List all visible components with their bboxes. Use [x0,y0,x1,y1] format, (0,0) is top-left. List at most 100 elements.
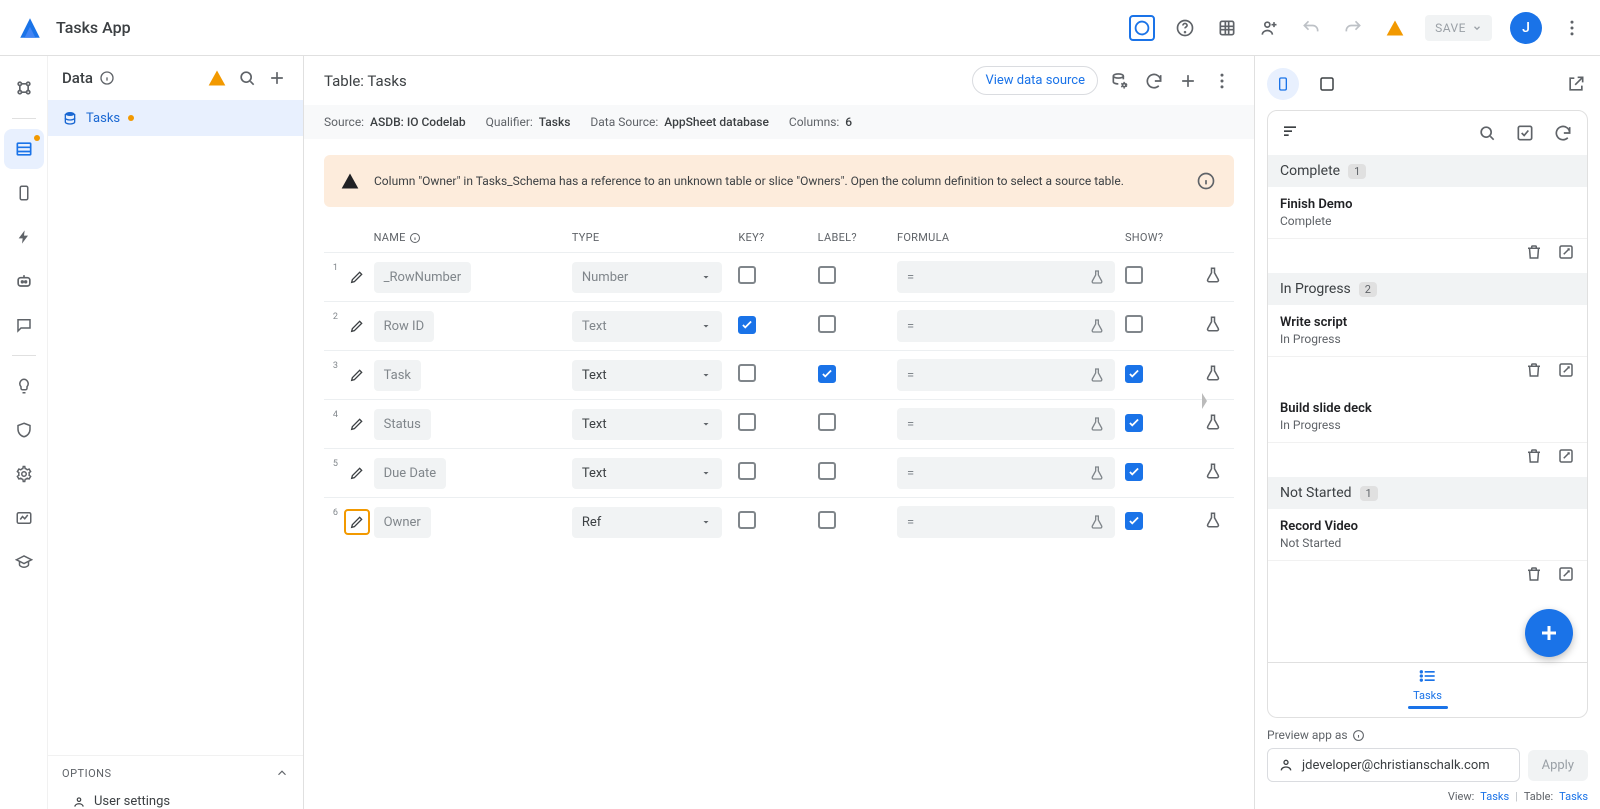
group-header[interactable]: In Progress2 [1268,273,1587,305]
data-settings-icon[interactable] [1108,69,1132,93]
fab-add-button[interactable] [1525,609,1573,657]
grid-icon[interactable] [1215,16,1239,40]
group-header[interactable]: Complete1 [1268,155,1587,187]
formula-input[interactable]: = [897,408,1115,440]
list-item[interactable]: Finish DemoComplete [1268,187,1587,273]
list-item[interactable]: Write scriptIn Progress [1268,305,1587,391]
list-item[interactable]: Record VideoNot Started [1268,509,1587,595]
list-item[interactable]: Build slide deckIn Progress [1268,391,1587,477]
column-type-select[interactable]: Number [572,262,722,293]
rail-actions-icon[interactable] [4,217,44,257]
device-phone-icon[interactable] [1267,68,1299,100]
edit-column-button[interactable] [344,313,370,339]
open-new-icon[interactable] [1564,72,1588,96]
checkbox[interactable] [738,316,756,334]
column-type-select[interactable]: Ref [572,507,722,538]
list-icon[interactable] [1418,669,1438,687]
data-table-item-tasks[interactable]: Tasks [48,100,303,136]
delete-icon[interactable] [1525,447,1543,469]
more-vert-icon[interactable] [1210,69,1234,93]
checkbox[interactable] [818,266,836,284]
flask-icon[interactable] [1204,462,1234,484]
options-toggle[interactable]: OPTIONS [48,755,303,790]
edit-column-button[interactable] [344,460,370,486]
formula-input[interactable]: = [897,359,1115,391]
refresh-icon[interactable] [1142,69,1166,93]
edit-icon[interactable] [1557,243,1575,265]
redo-icon[interactable] [1341,16,1365,40]
checkbox[interactable] [738,266,756,284]
flask-icon[interactable] [1204,413,1234,435]
column-name-input[interactable]: _RowNumber [374,262,472,293]
edit-column-button[interactable] [344,411,370,437]
search-icon[interactable] [235,66,259,90]
column-name-input[interactable]: Owner [374,507,431,538]
checkbox[interactable] [1125,414,1143,432]
more-vert-icon[interactable] [1560,16,1584,40]
save-button[interactable]: SAVE [1425,15,1492,41]
undo-icon[interactable] [1299,16,1323,40]
avatar[interactable]: J [1510,12,1542,44]
device-tablet-icon[interactable] [1311,68,1343,100]
rail-security-icon[interactable] [4,410,44,450]
delete-icon[interactable] [1525,361,1543,383]
edit-column-button[interactable] [344,362,370,388]
column-name-input[interactable]: Due Date [374,458,447,489]
column-name-input[interactable]: Status [374,409,431,440]
checkbox[interactable] [1125,365,1143,383]
table-link[interactable]: Tasks [1559,790,1588,803]
help-icon[interactable] [1173,16,1197,40]
edit-icon[interactable] [1557,565,1575,587]
checkbox[interactable] [738,462,756,480]
column-name-input[interactable]: Row ID [374,311,435,342]
sort-icon[interactable] [1280,123,1300,143]
formula-input[interactable]: = [897,457,1115,489]
checkbox[interactable] [1125,463,1143,481]
search-icon[interactable] [1475,121,1499,145]
checkbox[interactable] [818,413,836,431]
edit-icon[interactable] [1557,361,1575,383]
deploy-check-icon[interactable] [1129,15,1155,41]
edit-column-button[interactable] [344,264,370,290]
column-type-select[interactable]: Text [572,311,722,342]
add-icon[interactable] [265,66,289,90]
delete-icon[interactable] [1525,243,1543,265]
checkbox[interactable] [818,462,836,480]
checkbox[interactable] [818,315,836,333]
add-column-icon[interactable] [1176,69,1200,93]
formula-input[interactable]: = [897,310,1115,342]
rail-monitor-icon[interactable] [4,498,44,538]
select-icon[interactable] [1513,121,1537,145]
delete-icon[interactable] [1525,565,1543,587]
checkbox[interactable] [1125,266,1143,284]
rail-views-icon[interactable] [4,173,44,213]
info-icon[interactable] [99,70,115,86]
rail-data-icon[interactable] [4,129,44,169]
warning-icon[interactable] [1383,16,1407,40]
group-header[interactable]: Not Started1 [1268,477,1587,509]
rail-settings-icon[interactable] [4,454,44,494]
formula-input[interactable]: = [897,506,1115,538]
column-type-select[interactable]: Text [572,409,722,440]
flask-icon[interactable] [1204,266,1234,288]
preview-email-input[interactable]: jdeveloper@christianschalk.com [1267,748,1520,782]
rail-chat-icon[interactable] [4,305,44,345]
info-icon[interactable] [1352,729,1365,742]
checkbox[interactable] [1125,512,1143,530]
view-link[interactable]: Tasks [1480,790,1509,803]
apply-button[interactable]: Apply [1528,750,1588,781]
warning-icon[interactable] [205,66,229,90]
flask-icon[interactable] [1204,511,1234,533]
user-settings-item[interactable]: User settings [48,790,303,809]
flask-icon[interactable] [1204,315,1234,337]
info-icon[interactable] [1194,169,1218,193]
checkbox[interactable] [818,511,836,529]
checkbox[interactable] [738,413,756,431]
refresh-icon[interactable] [1551,121,1575,145]
column-name-input[interactable]: Task [374,360,421,391]
flask-icon[interactable] [1204,364,1234,386]
checkbox[interactable] [738,364,756,382]
formula-input[interactable]: = [897,261,1115,293]
rail-home-icon[interactable] [4,68,44,108]
rail-intelligence-icon[interactable] [4,366,44,406]
